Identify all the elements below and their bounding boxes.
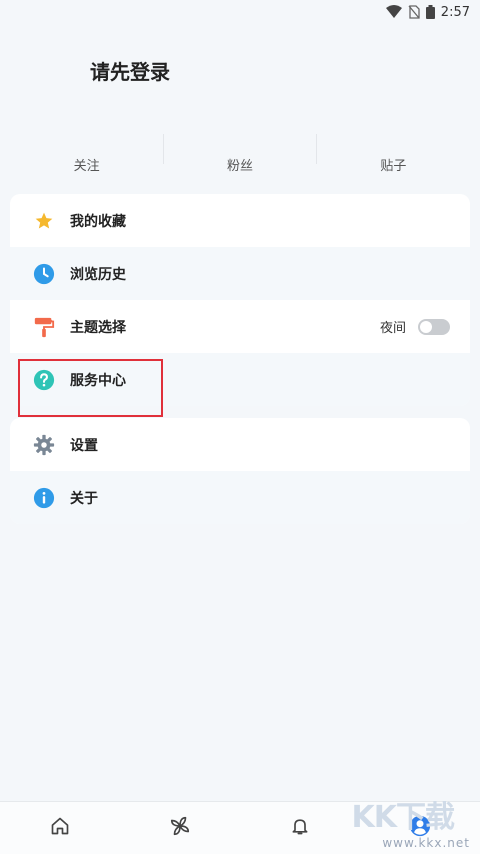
watermark-logo: KK下载 [351, 800, 455, 835]
info-icon [33, 487, 55, 509]
menu-item-settings[interactable]: 设置 [10, 418, 470, 471]
menu-item-label: 浏览历史 [70, 266, 126, 283]
battery-icon [425, 5, 435, 19]
discover-tab[interactable] [120, 802, 240, 854]
star-icon [33, 210, 55, 232]
wifi-icon [385, 5, 402, 19]
clock-icon [33, 263, 55, 285]
status-bar: 2:57 [0, 0, 480, 24]
stat-following[interactable]: 关注 [10, 130, 163, 180]
night-mode-control: 夜间 [380, 317, 450, 336]
status-time: 2:57 [440, 4, 470, 20]
menu-item-label: 设置 [70, 437, 98, 454]
login-prompt[interactable]: 请先登录 [90, 56, 170, 85]
night-mode-toggle[interactable] [418, 318, 450, 335]
stat-following-label: 关注 [73, 159, 100, 174]
home-icon [50, 816, 70, 840]
menu-item-theme[interactable]: 主题选择 夜间 [10, 300, 470, 353]
stat-followers-label: 粉丝 [226, 159, 253, 174]
menu-item-label: 我的收藏 [70, 213, 126, 230]
profile-stats: 关注 粉丝 贴子 [10, 130, 470, 180]
pinwheel-icon [169, 815, 191, 841]
watermark-url: www.kkx.net [382, 836, 470, 850]
gear-icon [33, 434, 55, 456]
toggle-knob [420, 320, 432, 333]
menu-item-about[interactable]: 关于 [10, 471, 470, 524]
paint-roller-icon [33, 316, 55, 338]
menu-item-label: 关于 [70, 490, 98, 507]
bell-icon [290, 816, 310, 840]
no-sim-icon [408, 5, 420, 19]
stat-followers[interactable]: 粉丝 [163, 130, 316, 180]
night-mode-label: 夜间 [379, 321, 406, 336]
home-tab[interactable] [0, 802, 120, 854]
highlight-box [18, 359, 163, 417]
menu-item-label: 主题选择 [70, 319, 126, 336]
menu-item-favorites[interactable]: 我的收藏 [10, 194, 470, 247]
stat-posts-label: 贴子 [380, 159, 407, 174]
menu-card-secondary: 设置 关于 [10, 418, 470, 524]
stat-posts[interactable]: 贴子 [317, 130, 470, 180]
menu-item-history[interactable]: 浏览历史 [10, 247, 470, 300]
notifications-tab[interactable] [240, 802, 360, 854]
